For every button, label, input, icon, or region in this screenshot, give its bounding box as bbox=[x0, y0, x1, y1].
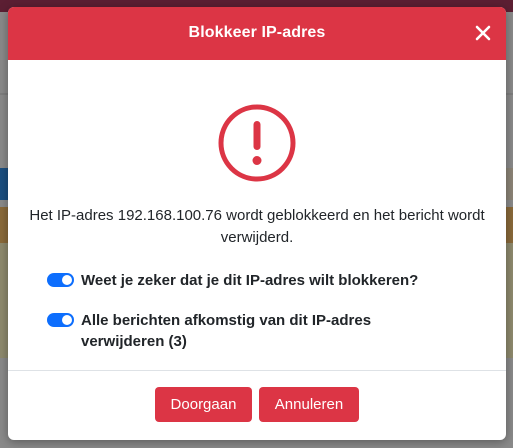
confirm-block-option: Weet je zeker dat je dit IP-adres wilt b… bbox=[47, 270, 418, 291]
delete-messages-label: Alle berichten afkomstig van dit IP-adre… bbox=[81, 312, 372, 350]
close-button[interactable] bbox=[472, 22, 494, 44]
close-icon bbox=[475, 25, 491, 41]
toggle-knob bbox=[62, 315, 72, 325]
confirm-block-toggle[interactable] bbox=[47, 273, 74, 287]
delete-messages-option: Alle berichten afkomstig van dit IP-adre… bbox=[47, 310, 411, 352]
dialog-header: Blokkeer IP-adres bbox=[8, 7, 506, 60]
dialog-message: Het IP-adres 192.168.100.76 wordt geblok… bbox=[29, 207, 485, 246]
dialog-title: Blokkeer IP-adres bbox=[188, 24, 326, 41]
background-accent bbox=[0, 168, 8, 200]
toggle-knob bbox=[62, 275, 72, 285]
cancel-button[interactable]: Annuleren bbox=[259, 387, 359, 422]
confirm-block-label: Weet je zeker dat je dit IP-adres wilt b… bbox=[81, 272, 419, 289]
continue-button[interactable]: Doorgaan bbox=[155, 387, 252, 422]
delete-messages-toggle[interactable] bbox=[47, 313, 74, 327]
footer-divider bbox=[8, 370, 506, 371]
exclamation-circle-icon bbox=[218, 104, 296, 182]
block-ip-dialog: Blokkeer IP-adres Het IP-adres 192.168.1… bbox=[8, 7, 506, 440]
